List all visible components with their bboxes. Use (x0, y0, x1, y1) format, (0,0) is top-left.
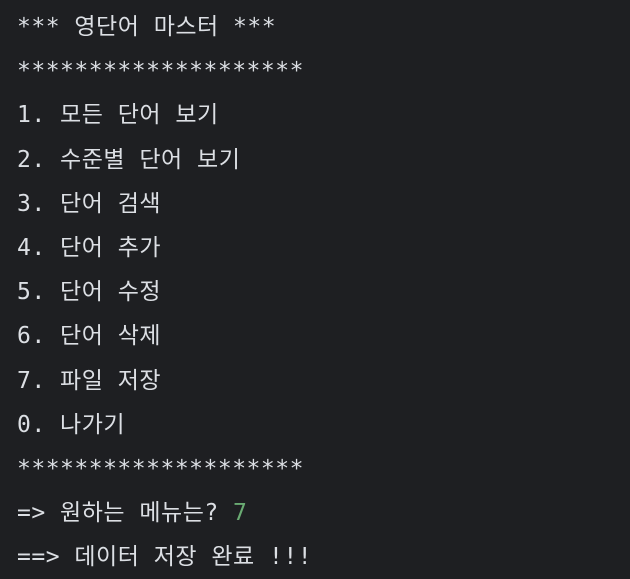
menu-item-3: 3. 단어 검색 (17, 190, 162, 217)
prompt-text: => 원하는 메뉴는? (17, 500, 234, 527)
separator-line: ******************** (17, 58, 304, 85)
menu-item-1: 1. 모든 단어 보기 (17, 102, 219, 129)
menu-item-7: 7. 파일 저장 (17, 367, 162, 394)
menu-item-6: 6. 단어 삭제 (17, 323, 162, 350)
title-line: *** 영단어 마스터 *** (17, 14, 277, 40)
menu-item-2: 2. 수준별 단어 보기 (17, 146, 241, 173)
menu-item-4: 4. 단어 추가 (17, 234, 162, 261)
terminal-output: *** 영단어 마스터 *** ******************** 1. … (0, 0, 630, 574)
menu-item-0: 0. 나가기 (17, 411, 126, 438)
menu-item-5: 5. 단어 수정 (17, 279, 162, 306)
user-input-value: 7 (233, 500, 248, 527)
separator-line: ******************** (17, 455, 304, 482)
prompt-line: => 원하는 메뉴는? 7 (17, 491, 630, 535)
result-line: ==> 데이터 저장 완료 !!! (17, 544, 313, 571)
